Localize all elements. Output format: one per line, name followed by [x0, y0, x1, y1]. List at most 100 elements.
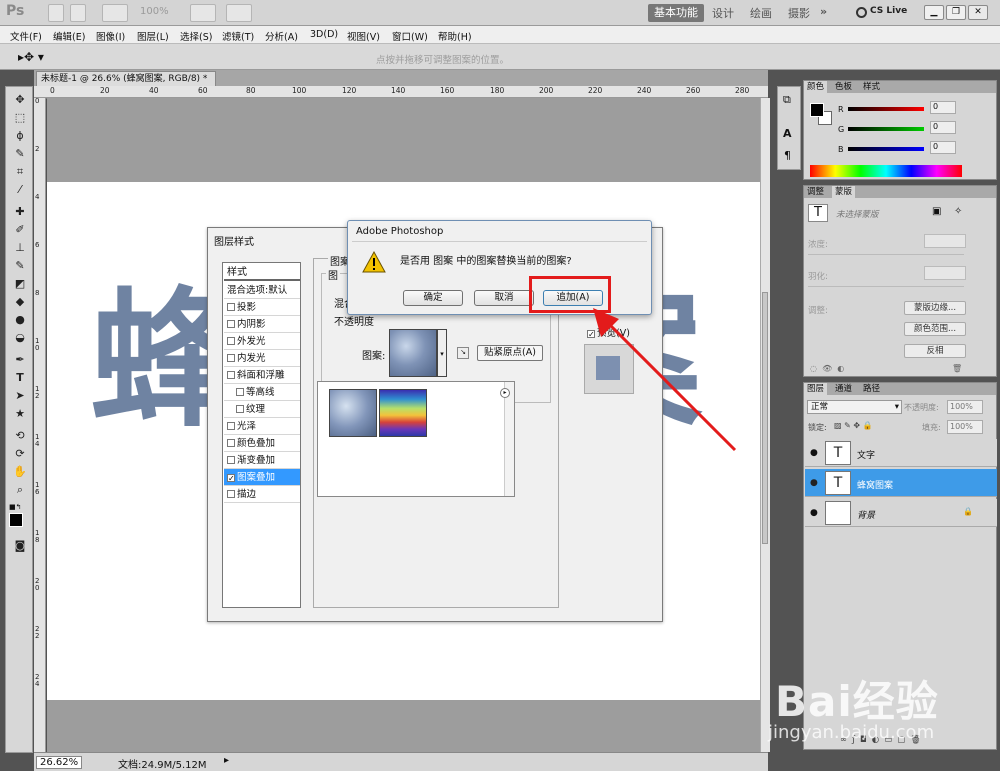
- tab-masks[interactable]: 蒙版: [832, 186, 856, 198]
- eraser-tool-icon[interactable]: ◩: [10, 277, 30, 291]
- tab-layers[interactable]: 图层: [804, 383, 828, 395]
- value-b[interactable]: 0: [930, 141, 956, 154]
- minimize-button[interactable]: ▁: [924, 5, 944, 20]
- eyedropper-tool-icon[interactable]: ⁄: [10, 183, 30, 197]
- close-button[interactable]: ✕: [968, 5, 988, 20]
- character-icon[interactable]: A: [783, 127, 792, 140]
- fg-swatch[interactable]: [810, 103, 824, 117]
- lock-icons[interactable]: ▨ ✎ ✥ 🔒: [834, 421, 873, 430]
- checkbox[interactable]: [227, 337, 235, 345]
- menu-layer[interactable]: 图层(L): [137, 29, 169, 43]
- path-select-icon[interactable]: ➤: [10, 389, 30, 403]
- tab-paths[interactable]: 路径: [860, 383, 883, 395]
- move-tool-icon[interactable]: ✥: [10, 93, 30, 107]
- status-zoom[interactable]: 26.62%: [36, 756, 83, 769]
- checkbox[interactable]: [227, 422, 235, 430]
- tab-adjustments[interactable]: 调整: [804, 186, 827, 198]
- scrollbar-thumb[interactable]: [762, 292, 768, 544]
- workspace-basic[interactable]: 基本功能: [648, 4, 704, 22]
- invert-button[interactable]: 反相: [904, 344, 966, 358]
- workspace-photo[interactable]: 摄影: [788, 5, 810, 21]
- menu-analysis[interactable]: 分析(A): [265, 29, 298, 43]
- 3d-rotate-icon[interactable]: ⟲: [10, 429, 30, 443]
- checkbox[interactable]: [227, 354, 235, 362]
- checkbox[interactable]: [227, 371, 235, 379]
- menu-window[interactable]: 窗口(W): [392, 29, 428, 43]
- blend-mode-select[interactable]: 正常 ▾: [807, 400, 902, 414]
- mask-footer-icons[interactable]: ◌ 👁 ◐: [810, 364, 844, 373]
- style-inner-shadow[interactable]: 内阴影: [224, 316, 300, 333]
- tab-swatches[interactable]: 色板: [832, 81, 855, 93]
- foreground-color[interactable]: [9, 513, 23, 527]
- pattern-swatch[interactable]: [389, 329, 437, 377]
- fill-field[interactable]: 100%: [947, 420, 983, 434]
- slider-g[interactable]: [848, 127, 924, 131]
- value-r[interactable]: 0: [930, 101, 956, 114]
- blur-tool-icon[interactable]: ●: [10, 313, 30, 327]
- pixel-mask-icon[interactable]: ▣: [932, 206, 941, 217]
- paint-bucket-icon[interactable]: ◆: [10, 295, 30, 309]
- zoom-tool-icon[interactable]: ⌕: [10, 483, 30, 497]
- checkbox[interactable]: [227, 439, 235, 447]
- eye-icon[interactable]: ●: [810, 508, 818, 518]
- picker-menu-icon[interactable]: ▸: [500, 388, 510, 398]
- shape-tool-icon[interactable]: ★: [10, 407, 30, 421]
- workspace-design[interactable]: 设计: [712, 5, 734, 21]
- picker-scrollbar[interactable]: [504, 382, 514, 496]
- menu-image[interactable]: 图像(I): [96, 29, 125, 43]
- checkbox[interactable]: [227, 303, 235, 311]
- menu-view[interactable]: 视图(V): [347, 29, 380, 43]
- style-pattern-overlay[interactable]: ✓ 图案叠加: [224, 469, 300, 486]
- dodge-tool-icon[interactable]: ◒: [10, 331, 30, 345]
- view-extras-icon[interactable]: [102, 4, 128, 22]
- eye-icon[interactable]: ●: [810, 478, 818, 488]
- menu-select[interactable]: 选择(S): [180, 29, 212, 43]
- layer-row-honeycomb[interactable]: ● T 蜂窝图案: [805, 469, 997, 497]
- new-preset-icon[interactable]: ↘: [457, 347, 469, 359]
- default-colors-icon[interactable]: ■↰: [9, 503, 21, 511]
- tab-styles[interactable]: 样式: [860, 81, 883, 93]
- cancel-button[interactable]: 取消: [474, 290, 534, 306]
- style-contour[interactable]: 等高线: [224, 384, 300, 401]
- crop-tool-icon[interactable]: ⌗: [10, 165, 30, 179]
- marquee-tool-icon[interactable]: ⬚: [10, 111, 30, 125]
- style-color-overlay[interactable]: 颜色叠加: [224, 435, 300, 452]
- workspace-paint[interactable]: 绘画: [750, 5, 772, 21]
- arrange-documents-icon[interactable]: [190, 4, 216, 22]
- style-stroke[interactable]: 描边: [224, 486, 300, 503]
- blend-options-item[interactable]: 混合选项:默认: [224, 282, 300, 299]
- pattern-dropdown-arrow-icon[interactable]: ▾: [437, 329, 447, 377]
- history-brush-icon[interactable]: ✎: [10, 259, 30, 273]
- slider-r[interactable]: [848, 107, 924, 111]
- more-workspaces-icon[interactable]: »: [820, 5, 827, 18]
- style-inner-glow[interactable]: 内发光: [224, 350, 300, 367]
- style-bevel[interactable]: 斜面和浮雕: [224, 367, 300, 384]
- layer-row-background[interactable]: ● 背景 🔒: [805, 499, 997, 527]
- menu-help[interactable]: 帮助(H): [438, 29, 472, 43]
- pattern-rainbow[interactable]: [379, 389, 427, 437]
- checkbox[interactable]: [227, 320, 235, 328]
- history-icon[interactable]: ⧉: [783, 93, 791, 107]
- eye-icon[interactable]: ●: [810, 448, 818, 458]
- stamp-tool-icon[interactable]: ⊥: [10, 241, 30, 255]
- style-gradient-overlay[interactable]: 渐变叠加: [224, 452, 300, 469]
- checkbox[interactable]: [227, 456, 235, 464]
- menu-3d[interactable]: 3D(D): [310, 29, 338, 40]
- tab-color[interactable]: 颜色: [804, 81, 828, 93]
- layer-row-text[interactable]: ● T 文字: [805, 439, 997, 467]
- checkbox-checked[interactable]: ✓: [227, 474, 235, 483]
- density-field[interactable]: [924, 234, 966, 248]
- menu-edit[interactable]: 编辑(E): [53, 29, 85, 43]
- status-menu-arrow-icon[interactable]: ▸: [224, 755, 229, 766]
- slider-b[interactable]: [848, 147, 924, 151]
- brush-tool-icon[interactable]: ✐: [10, 223, 30, 237]
- type-tool-icon[interactable]: T: [10, 371, 30, 385]
- quick-mask-icon[interactable]: ◙: [10, 539, 30, 553]
- pattern-bubbles[interactable]: [329, 389, 377, 437]
- style-list-header[interactable]: 样式: [224, 264, 300, 281]
- checkbox[interactable]: [227, 490, 235, 498]
- style-outer-glow[interactable]: 外发光: [224, 333, 300, 350]
- zoom-level-display[interactable]: 100%: [140, 6, 169, 17]
- menu-file[interactable]: 文件(F): [10, 29, 42, 43]
- checkbox[interactable]: [236, 405, 244, 413]
